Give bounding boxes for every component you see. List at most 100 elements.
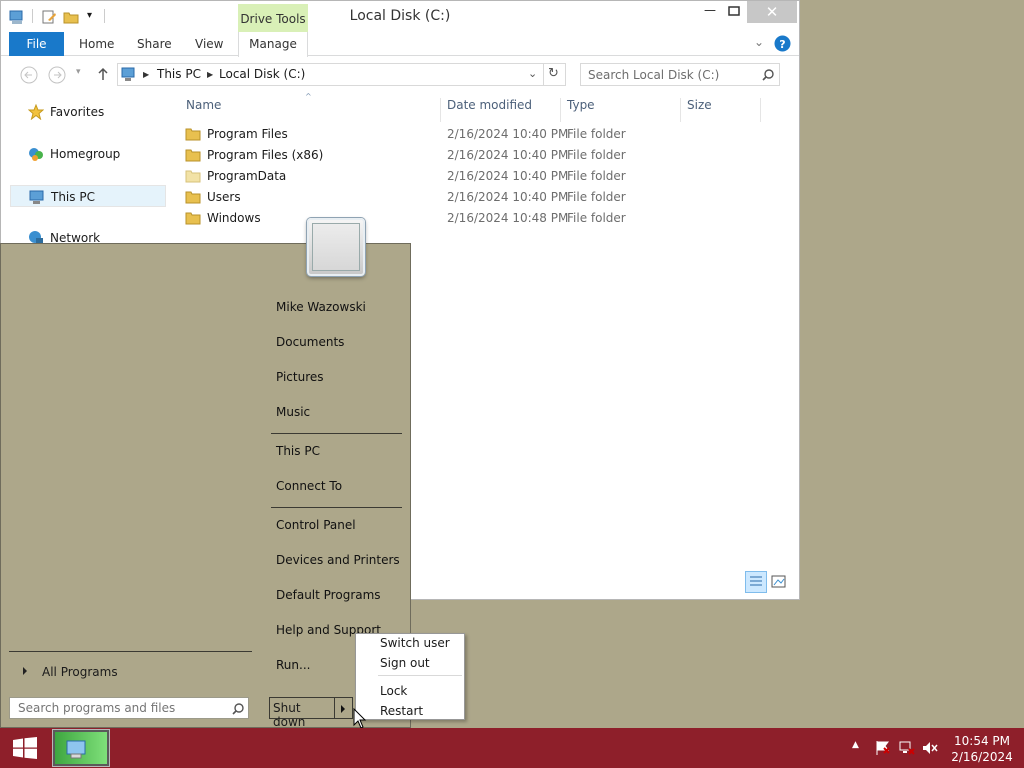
start-item-music[interactable]: Music: [271, 397, 406, 428]
menu-item-lock[interactable]: Lock: [356, 682, 464, 702]
address-bar[interactable]: ▶ This PC ▶ Local Disk (C:) ⌄: [117, 63, 544, 86]
refresh-button[interactable]: ↻: [544, 63, 566, 86]
file-name: Program Files: [207, 127, 288, 141]
drive-tools-context-label: Drive Tools: [238, 4, 308, 32]
breadcrumb-separator-icon[interactable]: ▶: [207, 70, 213, 79]
close-icon: ✕: [765, 3, 779, 21]
column-header-date-modified[interactable]: Date modified: [441, 98, 561, 122]
file-row[interactable]: Users 2/16/2024 10:40 PM File folder: [185, 187, 785, 208]
file-row[interactable]: Program Files (x86) 2/16/2024 10:40 PM F…: [185, 145, 785, 166]
title-bar[interactable]: ▾ Drive Tools Local Disk (C:) — ✕: [1, 1, 799, 32]
start-item-this-pc[interactable]: This PC: [271, 436, 406, 467]
column-header-name[interactable]: Name: [180, 98, 441, 122]
column-label: Size: [687, 98, 712, 112]
start-item-pictures[interactable]: Pictures: [271, 362, 406, 393]
network-status-icon[interactable]: [899, 740, 915, 756]
clock-time: 10:54 PM: [954, 734, 1010, 748]
qat-customize-icon[interactable]: ▾: [87, 10, 92, 21]
show-hidden-icons-icon[interactable]: ▲: [852, 740, 859, 750]
folder-icon: [185, 128, 201, 141]
breadcrumb-local-disk[interactable]: Local Disk (C:): [219, 67, 305, 81]
explorer-app-icon[interactable]: [9, 9, 25, 25]
action-center-flag-icon[interactable]: [875, 740, 891, 756]
tab-view[interactable]: View: [195, 32, 223, 56]
start-menu-divider: [271, 507, 402, 508]
back-icon[interactable]: [20, 66, 38, 84]
maximize-button[interactable]: [723, 1, 745, 23]
file-date: 2/16/2024 10:40 PM: [447, 190, 569, 204]
forward-icon[interactable]: [48, 66, 66, 84]
nav-favorites[interactable]: Favorites: [10, 101, 166, 123]
start-menu-divider: [271, 433, 402, 434]
user-picture[interactable]: [307, 218, 365, 276]
nav-this-pc[interactable]: This PC: [10, 185, 166, 207]
breadcrumb-this-pc[interactable]: This PC: [157, 67, 201, 81]
qat-divider: [32, 9, 33, 23]
shutdown-button[interactable]: Shut down: [269, 697, 335, 729]
start-menu-divider: [9, 651, 252, 652]
start-item-user[interactable]: Mike Wazowski: [271, 292, 406, 323]
start-item-devices-and-printers[interactable]: Devices and Printers: [271, 545, 406, 576]
start-item-connect-to[interactable]: Connect To: [271, 471, 406, 502]
clock-date: 2/16/2024: [951, 750, 1013, 764]
up-icon[interactable]: [96, 66, 110, 82]
menu-item-restart[interactable]: Restart: [356, 702, 464, 722]
star-icon: [28, 104, 44, 120]
new-folder-icon[interactable]: [63, 9, 79, 25]
volume-muted-icon[interactable]: [922, 740, 938, 756]
column-label: Date modified: [447, 98, 533, 112]
nav-homegroup[interactable]: Homegroup: [10, 143, 166, 165]
start-search-input[interactable]: [10, 698, 220, 718]
column-label: Name: [186, 98, 222, 112]
expand-ribbon-icon[interactable]: ⌄: [754, 35, 764, 49]
file-row[interactable]: Program Files 2/16/2024 10:40 PM File fo…: [185, 124, 785, 145]
file-name: Program Files (x86): [207, 148, 324, 162]
folder-icon: [185, 212, 201, 225]
file-date: 2/16/2024 10:40 PM: [447, 148, 569, 162]
close-button[interactable]: ✕: [747, 1, 797, 23]
file-type: File folder: [567, 190, 626, 204]
start-item-default-programs[interactable]: Default Programs: [271, 580, 406, 611]
tab-share[interactable]: Share: [137, 32, 172, 56]
tab-file[interactable]: File: [9, 32, 64, 56]
start-item-control-panel[interactable]: Control Panel: [271, 510, 406, 541]
shutdown-options-button[interactable]: [335, 697, 353, 719]
this-pc-icon: [29, 190, 44, 204]
ribbon-tabs: File Home Share View Manage ⌄ ?: [1, 32, 799, 57]
help-icon[interactable]: ?: [774, 35, 791, 52]
properties-icon[interactable]: [41, 9, 57, 25]
nav-label: Favorites: [50, 105, 105, 119]
start-button[interactable]: [0, 728, 50, 768]
address-dropdown-icon[interactable]: ⌄: [528, 67, 537, 80]
file-type: File folder: [567, 127, 626, 141]
taskbar-clock[interactable]: 10:54 PM 2/16/2024: [945, 733, 1019, 765]
minimize-button[interactable]: —: [699, 1, 721, 23]
start-menu: Mike Wazowski Documents Pictures Music T…: [0, 243, 411, 728]
breadcrumb-separator-icon[interactable]: ▶: [143, 70, 149, 79]
all-programs-button[interactable]: All Programs: [9, 661, 252, 683]
column-header-type[interactable]: Type: [561, 98, 681, 122]
file-explorer-icon: [66, 740, 86, 759]
file-name: Users: [207, 190, 241, 204]
menu-item-switch-user[interactable]: Switch user: [356, 634, 464, 654]
column-header-size[interactable]: Size: [681, 98, 761, 122]
menu-item-sign-out[interactable]: Sign out: [356, 654, 464, 674]
svg-text:?: ?: [779, 38, 785, 51]
menu-divider: [378, 675, 462, 676]
tab-manage[interactable]: Manage: [238, 32, 308, 57]
folder-icon: [185, 170, 201, 183]
large-icons-view-icon[interactable]: [771, 574, 787, 590]
details-view-icon[interactable]: [745, 571, 767, 593]
start-search-box[interactable]: [9, 697, 249, 719]
tab-home[interactable]: Home: [79, 32, 114, 56]
file-row[interactable]: ProgramData 2/16/2024 10:40 PM File fold…: [185, 166, 785, 187]
taskbar-file-explorer[interactable]: [52, 729, 110, 767]
search-input[interactable]: Search Local Disk (C:): [580, 63, 780, 86]
chevron-right-icon: [341, 705, 345, 713]
recent-locations-icon[interactable]: ▾: [76, 67, 81, 77]
minimize-icon: —: [704, 3, 716, 17]
start-item-documents[interactable]: Documents: [271, 327, 406, 358]
mouse-cursor-icon: [353, 708, 367, 729]
file-row[interactable]: Windows 2/16/2024 10:48 PM File folder: [185, 208, 785, 229]
window-title: Local Disk (C:): [349, 8, 451, 24]
